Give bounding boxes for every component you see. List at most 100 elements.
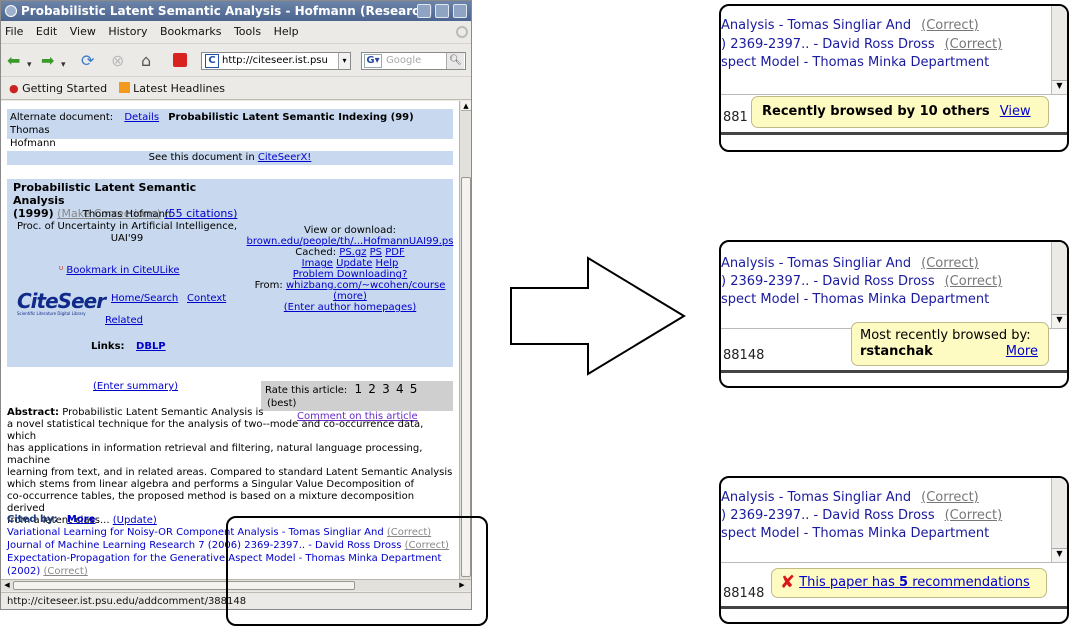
abstract-section: Abstract: Probabilistic Latent Semantic … xyxy=(7,407,453,527)
more-link[interactable]: More xyxy=(1006,344,1038,360)
rate-3[interactable]: 3 xyxy=(382,382,390,396)
correct-link[interactable]: (Correct) xyxy=(921,490,979,505)
magnifier-icon[interactable]: 🔍︎ xyxy=(446,53,464,69)
menu-bookmarks[interactable]: Bookmarks xyxy=(160,25,221,38)
help-link[interactable]: Help xyxy=(376,258,399,269)
zoom-line: spect Model - Thomas Minka Department xyxy=(721,292,989,307)
enter-summary-link[interactable]: (Enter summary) xyxy=(93,381,178,392)
recommendations-link[interactable]: This paper has 5 recommendations xyxy=(799,575,1030,590)
zoom-line: ) 2369-2397.. - David Ross Dross (Correct… xyxy=(721,508,1002,523)
menu-view[interactable]: View xyxy=(70,25,96,38)
zoom-line: Analysis - Tomas Singliar And (Correct) xyxy=(721,256,979,271)
close-button[interactable] xyxy=(453,4,467,18)
correct-link[interactable]: (Correct) xyxy=(945,508,1003,523)
maximize-button[interactable] xyxy=(435,4,449,18)
search-placeholder: Google xyxy=(386,55,422,66)
most-recent-text: Most recently browsed by: xyxy=(860,328,1031,343)
bookmark-getting-started[interactable]: ● Getting Started xyxy=(9,82,107,95)
correct-link[interactable]: (Correct) xyxy=(921,18,979,33)
menu-tools[interactable]: Tools xyxy=(234,25,261,38)
rate-4[interactable]: 4 xyxy=(396,382,404,396)
back-dropdown-icon[interactable]: ▾ xyxy=(27,56,32,74)
minimize-button[interactable] xyxy=(417,4,431,18)
citeulike-bookmark[interactable]: ᵁ Bookmark in CiteULike xyxy=(59,265,180,276)
zoom-link[interactable]: spect Model - Thomas Minka Department xyxy=(721,526,989,541)
search-input[interactable]: G▾ Google 🔍︎ xyxy=(361,52,466,70)
zoom-link[interactable]: ) 2369-2397.. - David Ross Dross xyxy=(721,274,935,289)
zoom-link[interactable]: spect Model - Thomas Minka Department xyxy=(721,292,989,307)
update-link[interactable]: Update xyxy=(336,258,372,269)
citeseerx-link[interactable]: CiteSeerX! xyxy=(258,152,311,163)
stop-red-icon[interactable] xyxy=(173,53,187,67)
view-link[interactable]: View xyxy=(1000,104,1031,119)
back-arrow-icon[interactable]: ⬅ xyxy=(7,52,20,70)
more-sources-link[interactable]: (more) xyxy=(333,291,367,302)
url-field[interactable]: C http://citeseer.ist.psu ▾ xyxy=(201,52,351,70)
rate-2[interactable]: 2 xyxy=(368,382,376,396)
google-icon[interactable]: G▾ xyxy=(364,54,382,68)
zoom-link[interactable]: Analysis - Tomas Singliar And xyxy=(721,490,911,505)
scroll-down-icon[interactable]: ▼ xyxy=(1052,314,1067,328)
zoom-line: spect Model - Thomas Minka Department xyxy=(721,526,989,541)
paper-title: Probabilistic Latent Semantic Analysis xyxy=(13,181,197,207)
site-favicon: C xyxy=(205,54,219,68)
reload-icon[interactable]: ⟳ xyxy=(81,52,94,70)
scroll-down-icon[interactable]: ▼ xyxy=(1052,548,1067,562)
scroll-up-icon[interactable]: ▲ xyxy=(461,101,471,111)
vertical-scrollbar[interactable]: ▲ xyxy=(459,101,471,579)
forward-arrow-icon[interactable]: ➡ xyxy=(41,52,54,70)
citeseer-logo[interactable]: CiteSeer xyxy=(17,289,106,313)
zoom-scrollbar[interactable]: ▼ xyxy=(1051,6,1067,94)
menu-file[interactable]: File xyxy=(5,25,23,38)
cached-pdf-link[interactable]: PDF xyxy=(385,247,404,258)
zoom-line: ) 2369-2397.. - David Ross Dross (Correct… xyxy=(721,37,1002,52)
related-link[interactable]: Related xyxy=(105,315,143,326)
paper-info-box: Probabilistic Latent Semantic Analysis (… xyxy=(7,179,453,367)
forward-dropdown-icon[interactable]: ▾ xyxy=(61,56,66,74)
scroll-down-icon[interactable]: ▼ xyxy=(1052,80,1067,94)
zoom-link[interactable]: Analysis - Tomas Singliar And xyxy=(721,18,911,33)
bookmark-latest-headlines[interactable]: Latest Headlines xyxy=(118,82,225,95)
cached-psgz-link[interactable]: PS.gz xyxy=(339,247,366,258)
rate-1[interactable]: 1 xyxy=(354,382,362,396)
citeulike-link[interactable]: Bookmark in CiteULike xyxy=(66,265,179,276)
zoom-status-text: 88148 xyxy=(723,348,765,363)
scroll-left-icon[interactable]: ◀ xyxy=(2,581,12,590)
correct-link[interactable]: (Correct) xyxy=(921,256,979,271)
zoom-scrollbar[interactable]: ▼ xyxy=(1051,478,1067,562)
cited-link[interactable]: (2002) xyxy=(7,566,40,577)
alternate-details-link[interactable]: Details xyxy=(124,112,159,123)
zoom-link[interactable]: Analysis - Tomas Singliar And xyxy=(721,256,911,271)
zoom-link[interactable]: ) 2369-2397.. - David Ross Dross xyxy=(721,37,935,52)
home-search-link[interactable]: Home/Search xyxy=(111,293,178,304)
abstract-line: which stems from linear algebra and perf… xyxy=(7,479,415,490)
correct-link[interactable]: (Correct) xyxy=(43,566,87,577)
context-link[interactable]: Context xyxy=(187,293,226,304)
cached-ps-link[interactable]: PS xyxy=(370,247,382,258)
zoom-link[interactable]: spect Model - Thomas Minka Department xyxy=(721,55,989,70)
menu-help[interactable]: Help xyxy=(274,25,299,38)
from-link[interactable]: whizbang.com/~wcohen/course xyxy=(286,280,445,291)
rate-5[interactable]: 5 xyxy=(410,382,418,396)
cited-more-link[interactable]: More xyxy=(67,514,96,525)
zoom-scrollbar[interactable]: ▼ xyxy=(1051,242,1067,328)
zoom-link[interactable]: ) 2369-2397.. - David Ross Dross xyxy=(721,508,935,523)
menu-history[interactable]: History xyxy=(108,25,147,38)
menu-bar: File Edit View History Bookmarks Tools H… xyxy=(1,23,471,41)
notification-recently-browsed: Recently browsed by 10 others View xyxy=(751,96,1049,128)
author-homepages-link[interactable]: (Enter author homepages) xyxy=(284,302,417,313)
home-icon[interactable]: ⌂ xyxy=(141,52,151,70)
dblp-link[interactable]: DBLP xyxy=(136,341,166,352)
stop-icon[interactable]: ⊗ xyxy=(111,52,124,70)
image-link[interactable]: Image xyxy=(302,258,333,269)
correct-link[interactable]: (Correct) xyxy=(945,274,1003,289)
close-x-icon[interactable]: ✘ xyxy=(780,572,795,593)
menu-edit[interactable]: Edit xyxy=(36,25,57,38)
url-dropdown-icon[interactable]: ▾ xyxy=(338,53,350,69)
correct-link[interactable]: (Correct) xyxy=(945,37,1003,52)
download-link[interactable]: brown.edu/people/th/...HofmannUAI99.ps xyxy=(247,236,454,247)
problem-downloading-link[interactable]: Problem Downloading? xyxy=(293,269,408,280)
recent-username: rstanchak xyxy=(860,344,933,359)
paper-venue-2: UAI'99 xyxy=(110,233,144,244)
abstract-label: Abstract: xyxy=(7,407,60,418)
